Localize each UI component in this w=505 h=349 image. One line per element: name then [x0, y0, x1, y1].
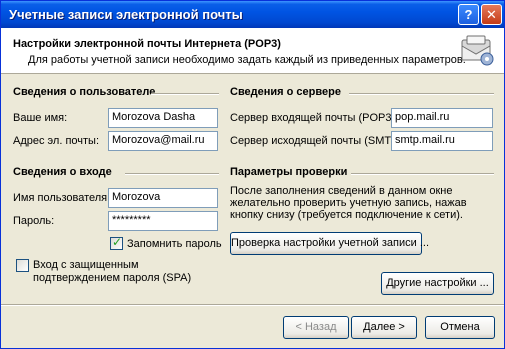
test-settings-description: После заполнения сведений в данном окне …: [230, 185, 467, 221]
logon-info-separator: [125, 173, 219, 175]
outgoing-server-label: Сервер исходящей почты (SMTP):: [230, 135, 406, 147]
password-field[interactable]: *********: [108, 211, 218, 231]
test-settings-title: Параметры проверки: [230, 166, 348, 178]
logon-info-title: Сведения о входе: [13, 166, 112, 178]
username-label: Имя пользователя:: [13, 192, 111, 204]
name-label: Ваше имя:: [13, 112, 68, 124]
help-button[interactable]: ?: [458, 4, 479, 25]
remember-password-checkbox[interactable]: [110, 235, 123, 250]
user-info-title: Сведения о пользователе: [13, 86, 156, 98]
next-button[interactable]: Далее >: [351, 316, 417, 339]
close-button[interactable]: ✕: [481, 4, 502, 25]
header-subtitle: Для работы учетной записи необходимо зад…: [28, 54, 466, 66]
spa-label-line1[interactable]: Вход с защищенным: [33, 259, 139, 271]
cancel-button[interactable]: Отмена: [425, 316, 495, 339]
name-field[interactable]: Morozova Dasha: [108, 108, 218, 128]
server-info-separator: [349, 93, 494, 95]
test-settings-separator: [351, 173, 494, 175]
more-settings-button[interactable]: Другие настройки ...: [381, 272, 494, 295]
mail-settings-icon: [461, 35, 494, 66]
email-label: Адрес эл. почты:: [13, 135, 100, 147]
user-info-separator: [151, 93, 219, 95]
title-bar[interactable]: Учетные записи электронной почты ? ✕: [1, 1, 504, 28]
header-title: Настройки электронной почты Интернета (P…: [13, 38, 281, 50]
test-account-settings-button[interactable]: Проверка настройки учетной записи ...: [230, 232, 429, 255]
wizard-header: Настройки электронной почты Интернета (P…: [1, 28, 504, 74]
window-title: Учетные записи электронной почты: [9, 7, 243, 22]
email-field[interactable]: Morozova@mail.ru: [108, 131, 218, 151]
account-settings-window: Учетные записи электронной почты ? ✕ Нас…: [0, 0, 505, 349]
username-field[interactable]: Morozova: [108, 188, 218, 208]
outgoing-server-field[interactable]: smtp.mail.ru: [391, 131, 493, 151]
server-info-title: Сведения о сервере: [230, 86, 341, 98]
password-label: Пароль:: [13, 215, 55, 227]
back-button[interactable]: < Назад: [283, 316, 349, 339]
remember-password-label[interactable]: Запомнить пароль: [127, 238, 222, 250]
spa-checkbox[interactable]: [16, 259, 29, 272]
footer-separator: [1, 304, 504, 306]
incoming-server-label: Сервер входящей почты (POP3):: [230, 112, 399, 124]
spa-label-line2[interactable]: подтверждением пароля (SPA): [33, 272, 191, 284]
incoming-server-field[interactable]: pop.mail.ru: [391, 108, 493, 128]
